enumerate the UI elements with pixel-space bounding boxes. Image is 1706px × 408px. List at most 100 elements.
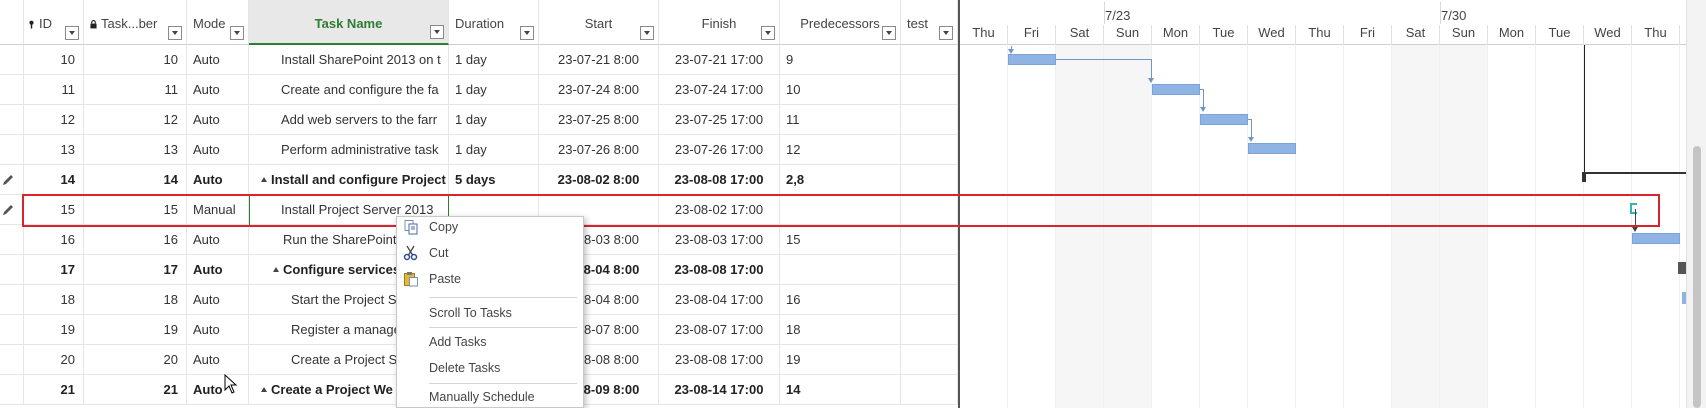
cell-num[interactable]: 13 bbox=[84, 135, 187, 165]
cell-id[interactable]: 12 bbox=[24, 105, 84, 135]
cell-id[interactable]: 11 bbox=[24, 75, 84, 105]
cell-pred[interactable]: 14 bbox=[780, 375, 901, 405]
menu-item-add-tasks[interactable]: Add Tasks bbox=[397, 329, 583, 355]
cell-test[interactable] bbox=[901, 225, 958, 255]
cell-name[interactable]: Create and configure the fa bbox=[249, 75, 449, 105]
cell-pred[interactable]: 2,8 bbox=[780, 165, 901, 195]
cell-name[interactable]: Add web servers to the farr bbox=[249, 105, 449, 135]
column-header-task-name[interactable]: Task Name bbox=[249, 0, 449, 45]
cell-test[interactable] bbox=[901, 285, 958, 315]
task-name-filter-button[interactable] bbox=[430, 25, 444, 39]
column-header-test[interactable]: test bbox=[901, 0, 958, 45]
cell-pred[interactable] bbox=[780, 255, 901, 285]
cell-mode[interactable]: Auto bbox=[187, 75, 249, 105]
cell-num[interactable]: 10 bbox=[84, 45, 187, 75]
table-row[interactable]: 10 10 Auto Install SharePoint 2013 on t 1 da… bbox=[0, 45, 958, 75]
cell-mode[interactable]: Auto bbox=[187, 375, 249, 405]
summary-bar-14[interactable] bbox=[1584, 172, 1686, 174]
mode-filter-button[interactable] bbox=[230, 26, 244, 40]
cell-num[interactable]: 12 bbox=[84, 105, 187, 135]
table-row[interactable]: 14 14 Auto Install and configure Project 5 d… bbox=[0, 165, 958, 195]
menu-item-paste[interactable]: Paste bbox=[397, 266, 583, 292]
cell-id[interactable]: 16 bbox=[24, 225, 84, 255]
row-header[interactable] bbox=[0, 255, 24, 285]
cell-id[interactable]: 15 bbox=[24, 195, 84, 225]
cell-num[interactable]: 16 bbox=[84, 225, 187, 255]
cell-num[interactable]: 17 bbox=[84, 255, 187, 285]
cell-finish[interactable]: 23-08-03 17:00 bbox=[659, 225, 780, 255]
cell-start[interactable]: 23-07-25 8:00 bbox=[539, 105, 659, 135]
cell-start[interactable]: 23-08-02 8:00 bbox=[539, 165, 659, 195]
cell-name[interactable]: Perform administrative task bbox=[249, 135, 449, 165]
cell-finish[interactable]: 23-08-04 17:00 bbox=[659, 285, 780, 315]
task-bar-10[interactable] bbox=[1008, 54, 1056, 65]
cell-finish[interactable]: 23-07-21 17:00 bbox=[659, 45, 780, 75]
cell-num[interactable]: 14 bbox=[84, 165, 187, 195]
cell-mode[interactable]: Auto bbox=[187, 255, 249, 285]
menu-item-manually-schedule[interactable]: Manually Schedule bbox=[397, 384, 583, 407]
cell-test[interactable] bbox=[901, 75, 958, 105]
predecessors-filter-button[interactable] bbox=[882, 26, 896, 40]
cell-mode[interactable]: Auto bbox=[187, 345, 249, 375]
cell-test[interactable] bbox=[901, 105, 958, 135]
cell-duration[interactable]: 1 day bbox=[449, 135, 539, 165]
cell-id[interactable]: 20 bbox=[24, 345, 84, 375]
cell-mode[interactable]: Auto bbox=[187, 165, 249, 195]
cell-pred[interactable]: 18 bbox=[780, 315, 901, 345]
cell-test[interactable] bbox=[901, 375, 958, 405]
row-header[interactable] bbox=[0, 165, 24, 195]
menu-item-copy[interactable]: Copy bbox=[397, 217, 583, 240]
column-header-duration[interactable]: Duration bbox=[449, 0, 539, 45]
cell-pred[interactable]: 15 bbox=[780, 225, 901, 255]
column-header-task-number[interactable]: Task...ber bbox=[84, 0, 187, 45]
cell-num[interactable]: 15 bbox=[84, 195, 187, 225]
cell-finish[interactable]: 23-07-24 17:00 bbox=[659, 75, 780, 105]
cell-mode[interactable]: Auto bbox=[187, 45, 249, 75]
row-header[interactable] bbox=[0, 375, 24, 405]
start-filter-button[interactable] bbox=[640, 26, 654, 40]
cell-mode[interactable]: Manual bbox=[187, 195, 249, 225]
cell-finish[interactable]: 23-08-08 17:00 bbox=[659, 255, 780, 285]
test-filter-button[interactable] bbox=[939, 26, 953, 40]
cell-id[interactable]: 10 bbox=[24, 45, 84, 75]
cell-finish[interactable]: 23-08-02 17:00 bbox=[659, 195, 780, 225]
cell-mode[interactable]: Auto bbox=[187, 105, 249, 135]
cell-finish[interactable]: 23-07-25 17:00 bbox=[659, 105, 780, 135]
cell-pred[interactable]: 16 bbox=[780, 285, 901, 315]
menu-item-scroll-to-tasks[interactable]: Scroll To Tasks bbox=[397, 300, 583, 326]
cell-id[interactable]: 13 bbox=[24, 135, 84, 165]
cell-pred[interactable] bbox=[780, 195, 901, 225]
cell-num[interactable]: 19 bbox=[84, 315, 187, 345]
vertical-scrollbar-thumb[interactable] bbox=[1693, 146, 1701, 408]
column-header-mode[interactable]: Mode bbox=[187, 0, 249, 45]
row-header[interactable] bbox=[0, 225, 24, 255]
table-row[interactable]: 12 12 Auto Add web servers to the farr 1 day… bbox=[0, 105, 958, 135]
cell-duration[interactable]: 5 days bbox=[449, 165, 539, 195]
cell-mode[interactable]: Auto bbox=[187, 285, 249, 315]
task-bar-11[interactable] bbox=[1152, 84, 1200, 95]
cell-mode[interactable]: Auto bbox=[187, 225, 249, 255]
grid-chart-splitter[interactable] bbox=[958, 0, 960, 408]
task-bar-16[interactable] bbox=[1632, 233, 1680, 244]
cell-test[interactable] bbox=[901, 195, 958, 225]
column-header-finish[interactable]: Finish bbox=[659, 0, 780, 45]
cell-id[interactable]: 18 bbox=[24, 285, 84, 315]
cell-duration[interactable]: 1 day bbox=[449, 75, 539, 105]
cell-id[interactable]: 21 bbox=[24, 375, 84, 405]
summary-bar-17[interactable] bbox=[1678, 262, 1686, 274]
menu-item-delete-tasks[interactable]: Delete Tasks bbox=[397, 355, 583, 381]
task-bar-12[interactable] bbox=[1200, 114, 1248, 125]
row-header[interactable] bbox=[0, 135, 24, 165]
table-row[interactable]: 13 13 Auto Perform administrative task 1 day… bbox=[0, 135, 958, 165]
cell-test[interactable] bbox=[901, 135, 958, 165]
row-header[interactable] bbox=[0, 75, 24, 105]
row-header[interactable] bbox=[0, 345, 24, 375]
cell-start[interactable]: 23-07-26 8:00 bbox=[539, 135, 659, 165]
duration-filter-button[interactable] bbox=[520, 26, 534, 40]
cell-start[interactable]: 23-07-24 8:00 bbox=[539, 75, 659, 105]
cell-pred[interactable]: 19 bbox=[780, 345, 901, 375]
cell-pred[interactable]: 10 bbox=[780, 75, 901, 105]
cell-start[interactable]: 23-07-21 8:00 bbox=[539, 45, 659, 75]
cell-pred[interactable]: 9 bbox=[780, 45, 901, 75]
column-header-start[interactable]: Start bbox=[539, 0, 659, 45]
